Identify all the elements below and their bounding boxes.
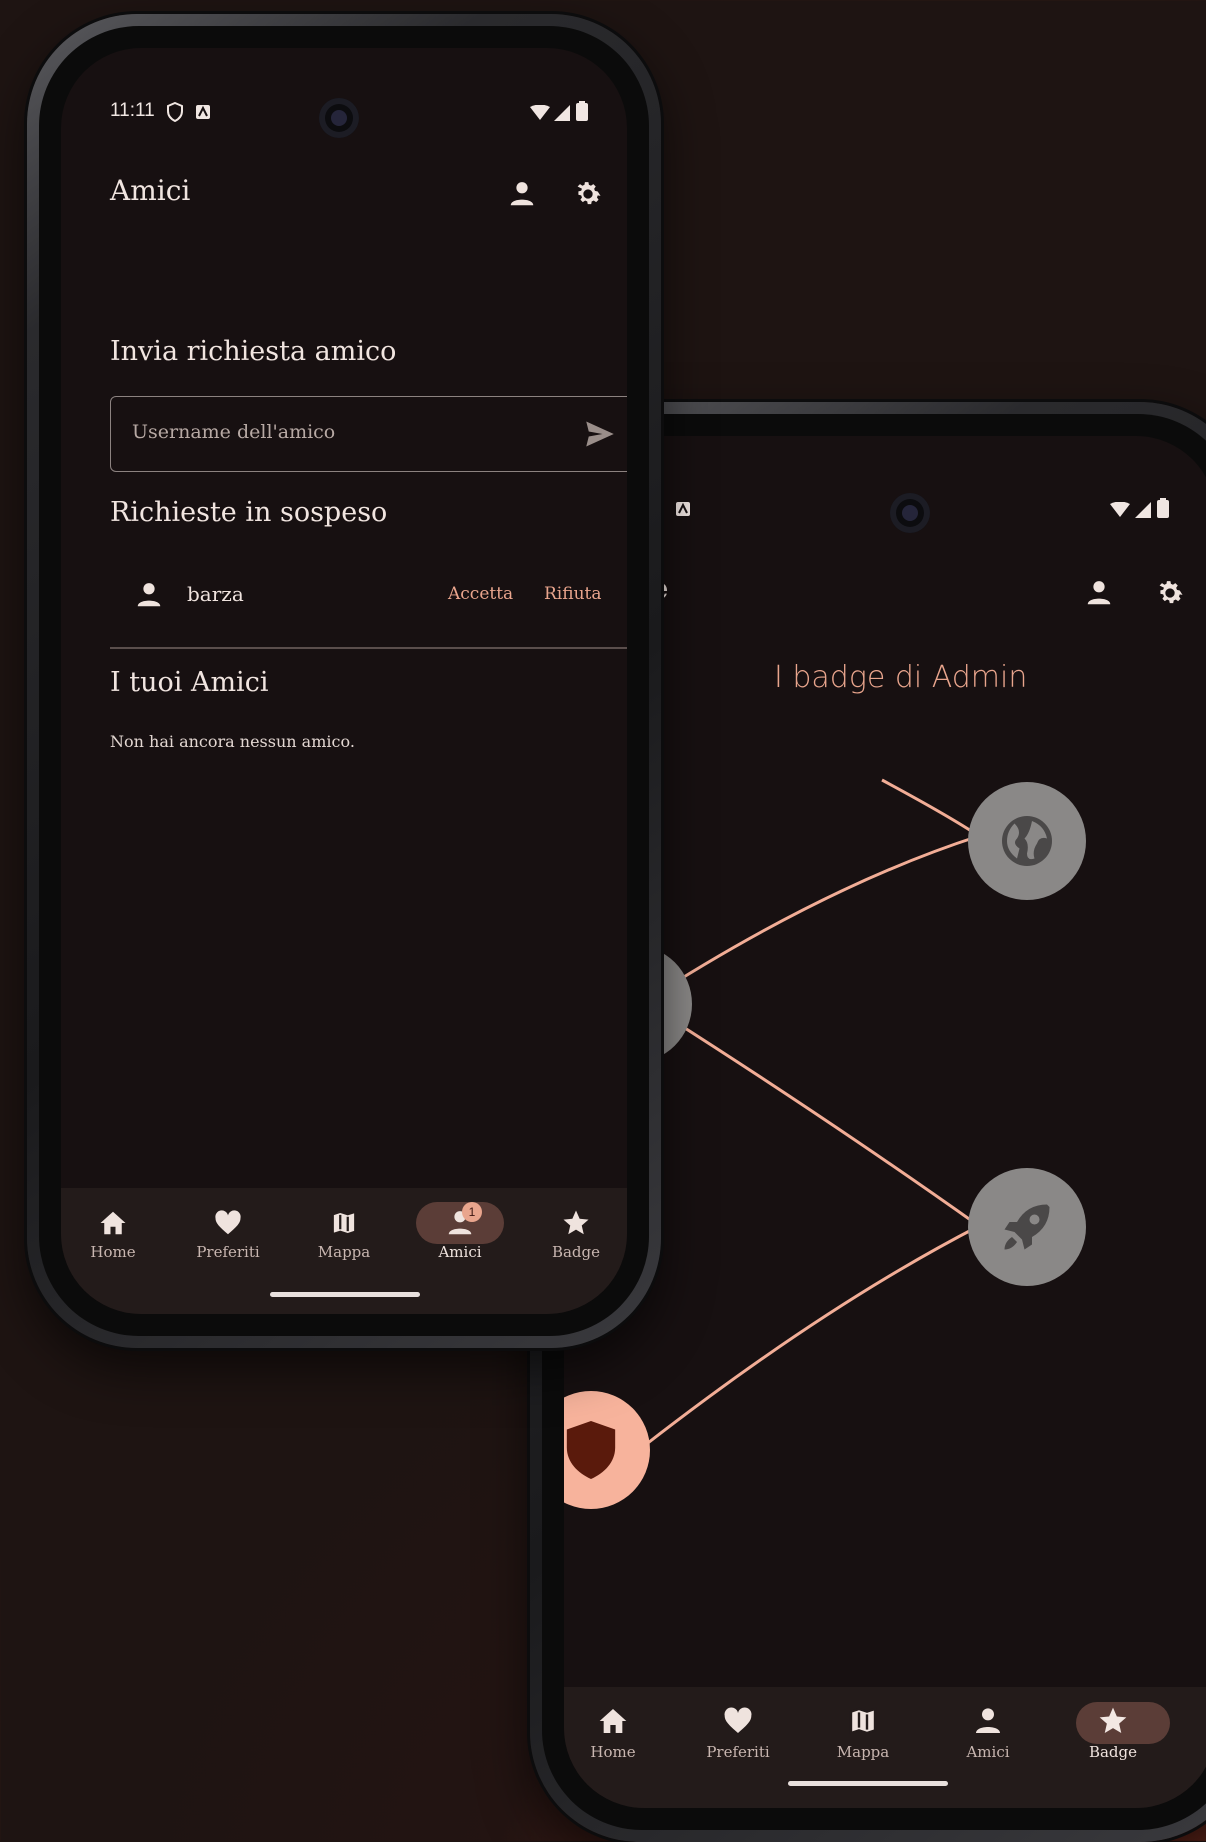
signal-status-icon (553, 104, 571, 122)
request-username: barza (187, 582, 244, 606)
heart-icon (215, 1210, 241, 1235)
nav-label: Home (90, 1243, 136, 1261)
nav-item-mappa[interactable]: Mappa (294, 1208, 394, 1261)
battery-status-icon (576, 101, 588, 121)
nav-label: Badge (551, 1243, 601, 1261)
accept-button[interactable]: Accetta (448, 584, 513, 604)
notification-badge: 1 (462, 1202, 482, 1222)
username-field[interactable]: Username dell'amico (110, 396, 627, 472)
nav-label: Amici (966, 1743, 1010, 1761)
nav-item-amici[interactable]: Amici (938, 1705, 1038, 1761)
nav-label: Badge (1088, 1743, 1138, 1761)
reject-button[interactable]: Rifiuta (544, 584, 602, 604)
badge-rocket[interactable] (968, 1168, 1086, 1286)
wifi-status-icon (529, 105, 551, 121)
bottom-nav: Home Preferiti Mappa 1 Amici Badge (61, 1188, 627, 1314)
nav-label: Amici (438, 1243, 482, 1261)
connection-line (643, 1000, 980, 1228)
home-icon (599, 1709, 627, 1733)
nav-item-home[interactable]: Home (564, 1705, 663, 1761)
phone-amici: 11:11 Amici Invia richiesta amico Userna… (27, 14, 661, 1348)
list-item: barza Accetta Rifiuta (110, 558, 627, 649)
amici-screen: 11:11 Amici Invia richiesta amico Userna… (61, 48, 627, 1314)
divider (110, 647, 627, 649)
connection-line (881, 778, 980, 838)
notification-status-icon (195, 104, 211, 120)
gear-icon[interactable] (572, 178, 604, 210)
nav-item-preferiti[interactable]: Preferiti (178, 1208, 278, 1261)
star-icon (1099, 1707, 1127, 1733)
profile-icon[interactable] (507, 179, 537, 209)
app-bar-title: Amici (110, 174, 191, 207)
heart-icon (724, 1707, 752, 1733)
home-indicator[interactable] (270, 1292, 420, 1297)
status-time: 11:11 (110, 100, 155, 121)
nav-item-preferiti[interactable]: Preferiti (688, 1705, 788, 1761)
friends-empty-text: Non hai ancora nessun amico. (110, 732, 355, 751)
nav-item-badge[interactable]: Badge (526, 1208, 626, 1261)
shield-status-icon (167, 102, 183, 122)
globe-icon (997, 811, 1057, 871)
map-icon (331, 1210, 357, 1236)
badge-globe[interactable] (968, 782, 1086, 900)
nav-item-mappa[interactable]: Mappa (813, 1705, 913, 1761)
nav-label: Mappa (836, 1743, 890, 1761)
connection-line (643, 1224, 980, 1448)
connection-line (643, 834, 980, 1004)
rocket-icon (997, 1197, 1057, 1257)
send-request-heading: Invia richiesta amico (110, 336, 397, 367)
shield-icon (564, 1418, 620, 1482)
nav-label: Preferiti (706, 1743, 770, 1761)
home-indicator[interactable] (788, 1781, 948, 1786)
person-icon (976, 1708, 1000, 1733)
nav-item-home[interactable]: Home (63, 1208, 163, 1261)
send-icon[interactable] (585, 420, 615, 448)
home-icon (100, 1211, 126, 1235)
map-icon (849, 1707, 877, 1735)
front-camera (319, 98, 359, 138)
nav-label: Preferiti (196, 1243, 260, 1261)
person-icon (134, 580, 164, 610)
friends-heading: I tuoi Amici (110, 667, 269, 698)
nav-label: Home (590, 1743, 636, 1761)
bottom-nav: Home Preferiti Mappa Amici Badge (564, 1687, 1206, 1808)
nav-label: Mappa (317, 1243, 371, 1261)
star-icon (563, 1210, 589, 1235)
username-placeholder: Username dell'amico (132, 421, 336, 443)
nav-item-badge[interactable]: Badge (1063, 1705, 1163, 1761)
nav-item-amici[interactable]: 1 Amici (410, 1202, 510, 1261)
pending-heading: Richieste in sospeso (110, 497, 388, 528)
